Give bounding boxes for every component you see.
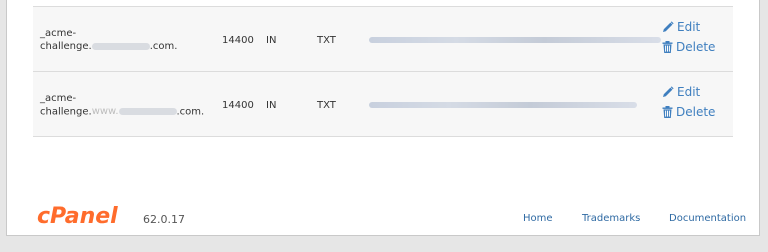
dns-records-panel: _acme- challenge. .com. 14400 IN TXT Edit [6,0,760,236]
trash-icon [662,106,673,118]
table-row: _acme- challenge. .com. 14400 IN TXT Edit [33,7,733,72]
redacted-domain [118,108,177,115]
delete-button[interactable]: Delete [662,102,715,122]
trademarks-link[interactable]: Trademarks [582,213,640,224]
cpanel-logo: cPanel [37,204,118,228]
record-class: IN [266,100,277,111]
record-type: TXT [317,35,336,46]
edit-button[interactable]: Edit [662,82,715,102]
home-link[interactable]: Home [523,213,553,224]
row-actions: Edit Delete [662,82,715,122]
redacted-record-value [369,37,661,43]
record-name: _acme- challenge.www. .com. [40,93,205,118]
redacted-domain [91,42,150,50]
pencil-icon [663,21,674,32]
version-label: 62.0.17 [143,213,185,226]
delete-button[interactable]: Delete [662,37,715,57]
redacted-www: www. [91,106,119,117]
record-ttl: 14400 [222,35,254,46]
row-actions: Edit Delete [662,17,715,57]
dns-records-table: _acme- challenge. .com. 14400 IN TXT Edit [33,6,733,137]
redacted-record-value [369,102,637,108]
record-name: _acme- challenge. .com. [40,28,178,52]
footer: cPanel 62.0.17 Home Trademarks Documenta… [37,201,747,233]
table-row: _acme- challenge.www. .com. 14400 IN TXT … [33,72,733,137]
trash-icon [662,41,673,53]
pencil-icon [663,86,674,97]
edit-button[interactable]: Edit [662,17,715,37]
record-class: IN [266,35,277,46]
documentation-link[interactable]: Documentation [669,213,746,224]
svg-text:cPanel: cPanel [37,204,118,228]
record-ttl: 14400 [222,100,254,111]
record-type: TXT [317,100,336,111]
